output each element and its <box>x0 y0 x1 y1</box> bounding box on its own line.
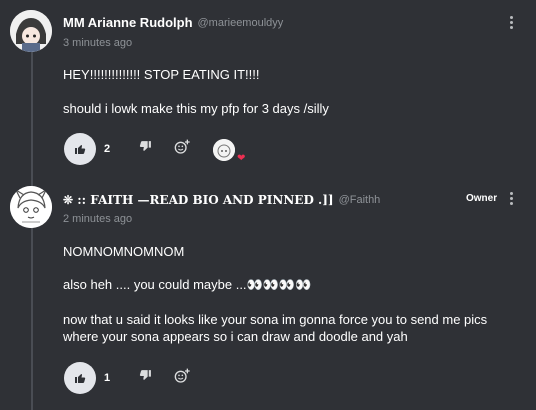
comment-text: NOMNOMNOMNOM <box>63 244 185 259</box>
thumbs-down-icon <box>139 370 151 380</box>
heart-icon: ❤ <box>237 153 246 164</box>
comment-text: should i lowk make this my pfp for 3 day… <box>63 101 329 116</box>
author-name[interactable]: MM Arianne Rudolph <box>63 15 193 30</box>
author-name[interactable]: ❊ :: FAITH —READ BIO AND PINNED .]] <box>63 193 334 207</box>
author-handle[interactable]: @Faithh <box>339 194 381 206</box>
like-count: 1 <box>104 372 111 384</box>
thumbs-up-icon <box>75 374 86 383</box>
add-reaction-button[interactable] <box>174 368 190 384</box>
author-handle[interactable]: @marieemouldyy <box>198 17 284 29</box>
comment-text: where your sona appears so i can draw an… <box>63 329 408 344</box>
add-reaction-icon <box>174 368 190 383</box>
add-reaction-button[interactable] <box>174 139 190 155</box>
author-line: ❊ :: FAITH —READ BIO AND PINNED .]] @Fai… <box>63 193 380 207</box>
like-button[interactable] <box>64 362 96 394</box>
more-vertical-icon[interactable] <box>506 15 516 31</box>
timestamp: 3 minutes ago <box>63 37 133 49</box>
timestamp: 2 minutes ago <box>63 213 133 225</box>
comment-text: now that u said it looks like your sona … <box>63 312 488 327</box>
more-vertical-icon[interactable] <box>506 191 516 207</box>
thumbs-up-icon <box>75 145 86 154</box>
avatar[interactable] <box>10 10 52 52</box>
thumbs-down-icon <box>139 141 151 151</box>
thread-line <box>31 52 33 410</box>
author-line: MM Arianne Rudolph @marieemouldyy <box>63 15 283 30</box>
owner-badge: Owner <box>466 193 498 204</box>
comment-text: also heh .... you could maybe ...👀👀👀👀 <box>63 277 312 292</box>
like-button[interactable] <box>64 133 96 165</box>
like-count: 2 <box>104 143 111 155</box>
reacted-user-avatar[interactable] <box>213 139 235 161</box>
avatar[interactable] <box>10 186 52 228</box>
dislike-button[interactable] <box>139 369 155 385</box>
add-reaction-icon <box>174 139 190 154</box>
dislike-button[interactable] <box>139 140 155 156</box>
comment-text: HEY!!!!!!!!!!!!!! STOP EATING IT!!!! <box>63 67 260 82</box>
